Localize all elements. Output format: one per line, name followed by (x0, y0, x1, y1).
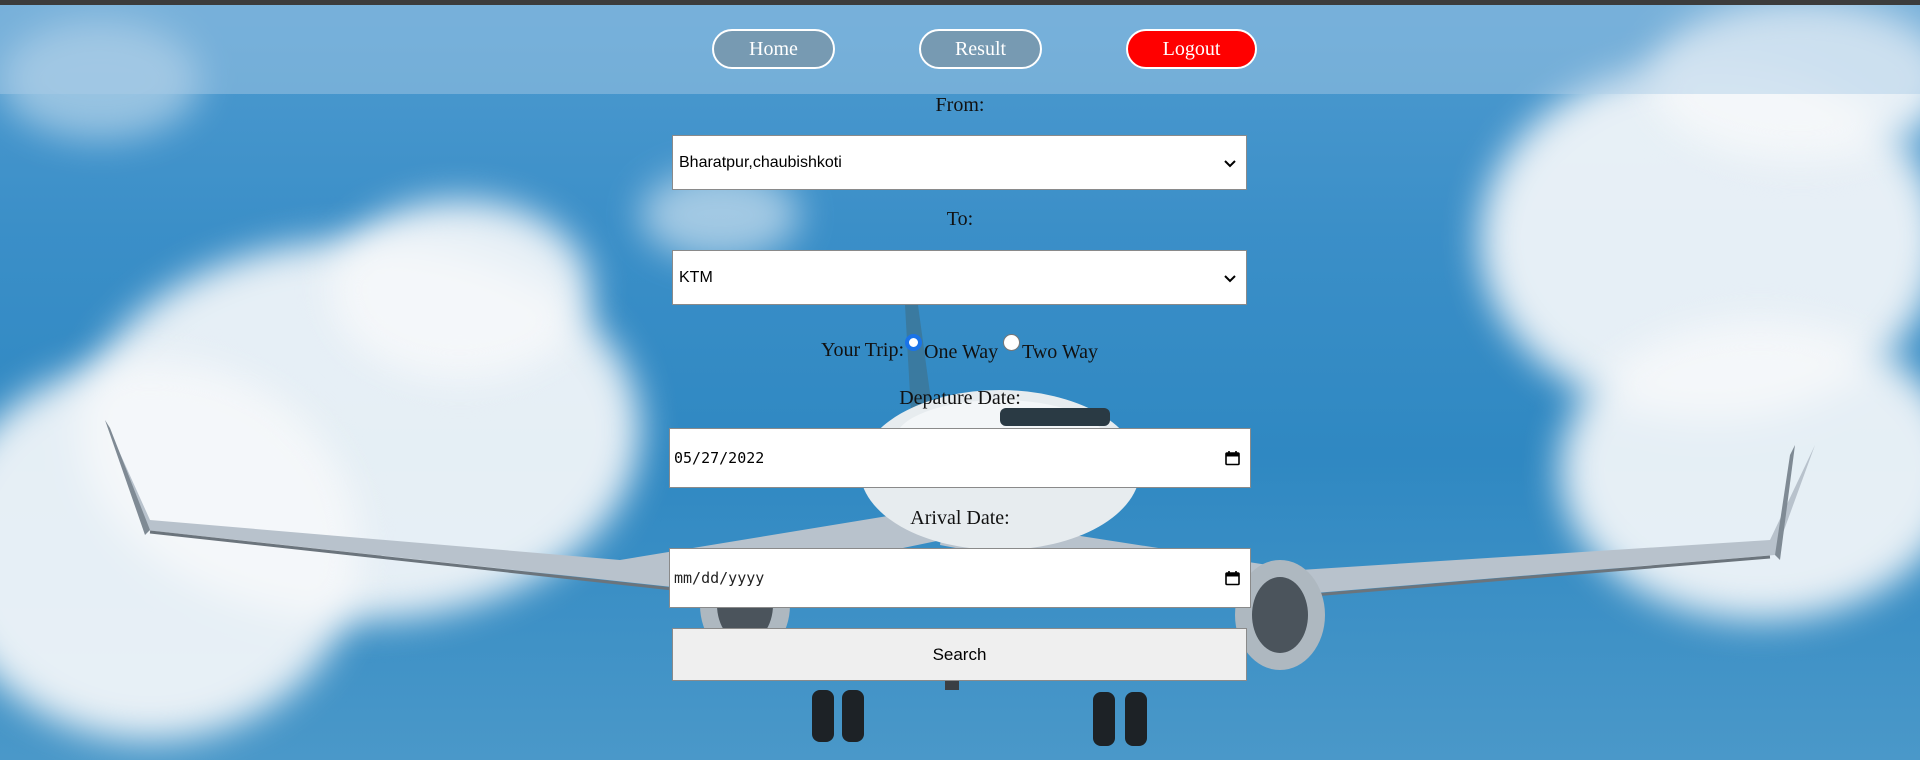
one-way-radio[interactable] (905, 334, 922, 351)
chevron-down-icon (1224, 155, 1236, 171)
arrival-date-input[interactable]: mm/dd/yyyy (669, 548, 1251, 608)
calendar-icon[interactable] (1225, 571, 1240, 586)
from-select[interactable]: Bharatpur,chaubishkoti (672, 135, 1247, 190)
navigation-bar: Home Result Logout (0, 5, 1920, 94)
trip-label: Your Trip: (821, 339, 905, 361)
result-button[interactable]: Result (919, 29, 1042, 69)
to-select-value: KTM (679, 268, 713, 286)
arrival-date-placeholder: mm/dd/yyyy (674, 569, 765, 587)
calendar-icon[interactable] (1225, 451, 1240, 466)
from-label: From: (935, 94, 985, 116)
arrival-date-label: Arival Date: (910, 507, 1010, 529)
two-way-radio[interactable] (1003, 334, 1020, 351)
to-label: To: (946, 208, 974, 230)
logout-button[interactable]: Logout (1126, 29, 1257, 69)
from-select-value: Bharatpur,chaubishkoti (679, 153, 842, 171)
trip-type-group: Your Trip: One Way Two Way (0, 334, 1920, 368)
one-way-label: One Way (924, 341, 999, 363)
departure-date-value: 05/27/2022 (674, 449, 765, 467)
chevron-down-icon (1224, 270, 1236, 286)
search-button[interactable]: Search (672, 628, 1247, 681)
departure-date-input[interactable]: 05/27/2022 (669, 428, 1251, 488)
to-select[interactable]: KTM (672, 250, 1247, 305)
departure-date-label: Depature Date: (899, 387, 1021, 409)
two-way-label: Two Way (1022, 341, 1099, 363)
home-button[interactable]: Home (712, 29, 835, 69)
